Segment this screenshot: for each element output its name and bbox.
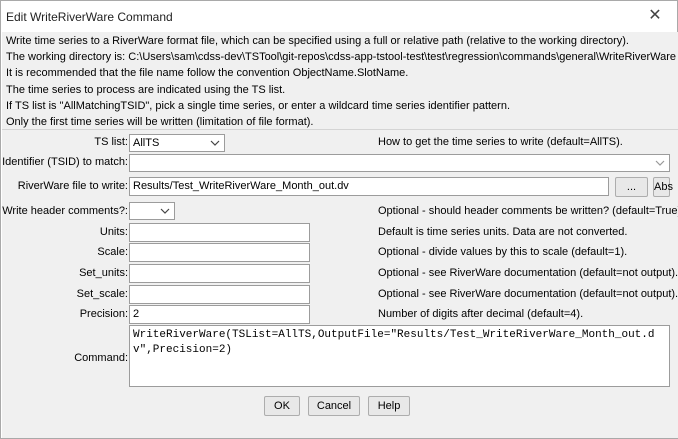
divider	[2, 129, 678, 130]
ts-list-description: How to get the time series to write (def…	[378, 136, 623, 148]
title-bar: Edit WriteRiverWare Command ✕	[1, 1, 677, 32]
scale-label: Scale:	[97, 246, 128, 258]
output-file-input[interactable]: Results/Test_WriteRiverWare_Month_out.dv	[129, 177, 609, 196]
instructions: Write time series to a RiverWare format …	[6, 33, 676, 130]
dialog-window: Edit WriteRiverWare Command ✕ Write time…	[0, 0, 678, 439]
cancel-button[interactable]: Cancel	[308, 396, 360, 416]
chevron-down-icon	[655, 160, 665, 166]
units-description: Default is time series units. Data are n…	[378, 226, 628, 238]
header-comments-description: Optional - should header comments be wri…	[378, 205, 678, 217]
set-units-label: Set_units:	[79, 267, 128, 279]
precision-input[interactable]: 2	[129, 305, 310, 324]
set-scale-label: Set_scale:	[76, 288, 128, 300]
output-file-label: RiverWare file to write:	[17, 180, 128, 192]
abs-button[interactable]: Abs	[653, 177, 673, 197]
ts-list-label: TS list:	[94, 136, 128, 148]
command-label: Command:	[74, 352, 128, 364]
tsid-label: Identifier (TSID) to match:	[2, 156, 128, 168]
note-line: The time series to process are indicated…	[6, 83, 286, 96]
note-line: If TS list is "AllMatchingTSID", pick a …	[6, 99, 511, 112]
header-comments-label: Write header comments?:	[2, 205, 128, 217]
close-icon[interactable]: ✕	[647, 7, 663, 25]
set-units-description: Optional - see RiverWare documentation (…	[378, 267, 678, 279]
note-line: It is recommended that the file name fol…	[6, 67, 409, 80]
scale-description: Optional - divide values by this to scal…	[378, 246, 628, 258]
command-textarea[interactable]: WriteRiverWare(TSList=AllTS,OutputFile="…	[129, 325, 670, 387]
precision-label: Precision:	[79, 308, 128, 320]
set-units-input[interactable]	[129, 264, 310, 283]
units-label: Units:	[99, 226, 128, 238]
ts-list-value: AllTS	[133, 137, 160, 149]
note-line: Only the first time series will be writt…	[6, 115, 314, 128]
tsid-combo[interactable]	[129, 154, 670, 172]
set-scale-input[interactable]	[129, 285, 310, 304]
set-scale-description: Optional - see RiverWare documentation (…	[378, 288, 678, 300]
ok-button[interactable]: OK	[264, 396, 300, 416]
ts-list-select[interactable]: AllTS	[129, 134, 225, 152]
chevron-down-icon	[210, 140, 220, 146]
chevron-down-icon	[160, 208, 170, 214]
note-line: Write time series to a RiverWare format …	[6, 35, 629, 47]
help-button[interactable]: Help	[368, 396, 410, 416]
window-title: Edit WriteRiverWare Command	[6, 10, 173, 24]
header-comments-select[interactable]	[129, 202, 175, 220]
precision-description: Number of digits after decimal (default=…	[378, 308, 584, 320]
browse-button[interactable]: ...	[615, 177, 648, 197]
scale-input[interactable]	[129, 243, 310, 262]
dialog-content: Write time series to a RiverWare format …	[2, 32, 678, 438]
note-line: The working directory is: C:\Users\sam\c…	[6, 51, 677, 64]
units-input[interactable]	[129, 223, 310, 242]
